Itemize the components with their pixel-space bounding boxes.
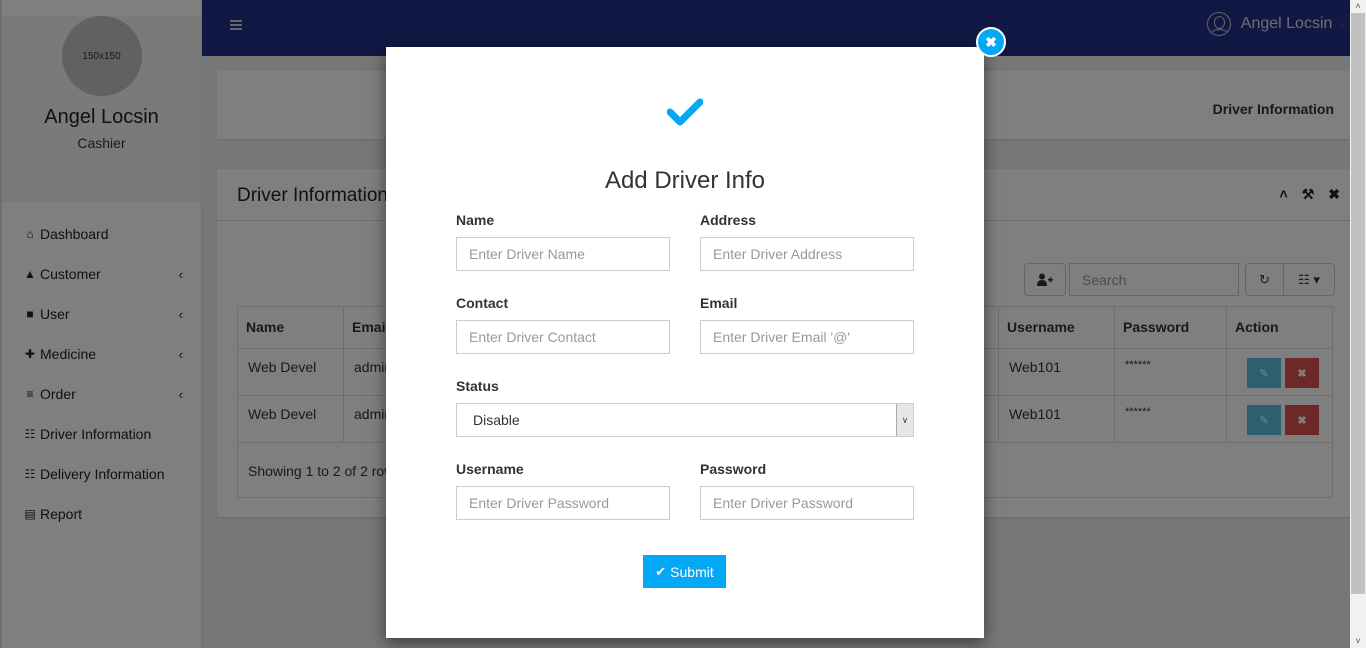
status-select[interactable]: Disable ∨ [456,403,914,437]
password-label: Password [700,461,767,477]
modal-title: Add Driver Info [604,167,766,194]
scroll-down-icon[interactable]: ˅ [1350,635,1366,648]
page-scrollbar[interactable]: ˄ ˅ [1350,0,1366,648]
add-driver-modal: Add Driver Info Name Address Contact Ema… [386,47,984,638]
scroll-up-icon[interactable]: ˄ [1350,0,1366,13]
submit-button[interactable]: ✔ Submit [643,555,726,588]
driver-username-input[interactable] [456,486,670,520]
driver-contact-input[interactable] [456,320,670,354]
submit-label: Submit [670,563,714,580]
status-label: Status [456,378,499,394]
email-label: Email [700,295,738,311]
modal-close-button[interactable]: ✖ [976,27,1006,57]
check-icon [386,97,984,132]
scroll-thumb[interactable] [1351,13,1365,594]
driver-address-input[interactable] [700,237,914,271]
driver-name-input[interactable] [456,237,670,271]
address-label: Address [700,212,757,228]
username-label: Username [456,461,524,477]
check-icon: ✔ [655,563,667,579]
contact-label: Contact [456,295,509,311]
name-label: Name [456,212,495,228]
status-selected-value: Disable [473,412,520,428]
close-icon: ✖ [985,33,997,50]
driver-password-input[interactable] [700,486,914,520]
chevron-down-icon: ∨ [896,404,913,436]
driver-email-input[interactable] [700,320,914,354]
